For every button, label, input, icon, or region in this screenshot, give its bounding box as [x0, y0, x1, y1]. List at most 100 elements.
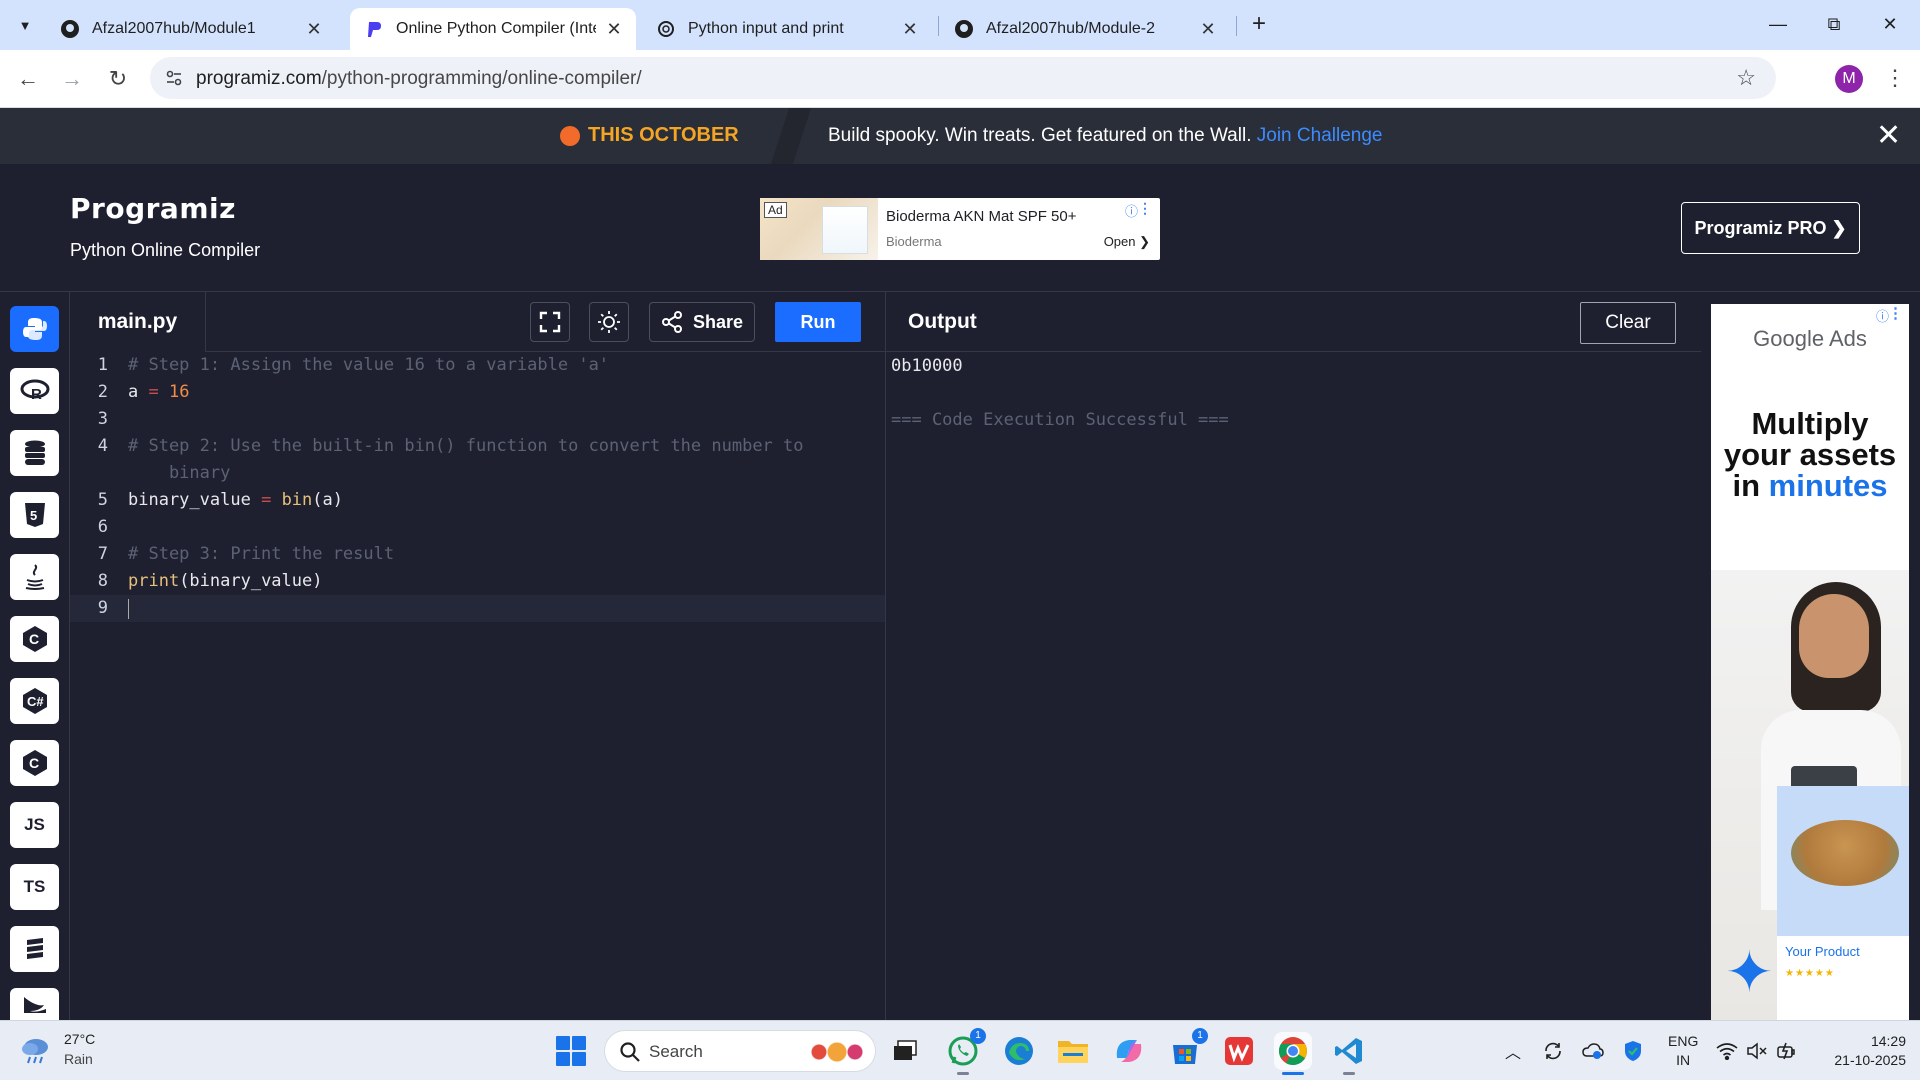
onedrive-icon[interactable] — [1582, 1040, 1604, 1062]
close-icon[interactable]: ✕ — [604, 19, 624, 40]
show-hidden-icons-chevron-up-icon[interactable]: ︿ — [1502, 1040, 1524, 1062]
code-line-wrapped: binary — [70, 460, 885, 487]
taskbar-store[interactable]: 1 — [1166, 1028, 1208, 1070]
sidebar-item-swift[interactable] — [10, 988, 59, 1020]
profile-avatar[interactable]: M — [1835, 65, 1863, 93]
share-label: Share — [692, 311, 744, 332]
running-indicator — [1343, 1072, 1355, 1075]
clear-button[interactable]: Clear — [1580, 302, 1676, 344]
file-tab-main[interactable]: main.py — [70, 292, 206, 352]
sidebar-item-c[interactable]: C — [10, 616, 59, 662]
output-title: Output — [908, 310, 977, 333]
bookmark-star-icon[interactable]: ☆ — [1736, 65, 1756, 91]
security-shield-icon[interactable] — [1622, 1040, 1644, 1062]
taskbar-edge[interactable] — [1000, 1032, 1038, 1070]
browser-tab-active[interactable]: Online Python Compiler (Interpreter) ✕ — [350, 8, 636, 50]
site-info-icon[interactable] — [164, 68, 184, 88]
wps-office-icon — [1225, 1037, 1253, 1065]
sidebar-item-java[interactable] — [10, 554, 59, 600]
banner-ad[interactable]: Ad Bioderma AKN Mat SPF 50+ Bioderma Ope… — [760, 198, 1160, 260]
share-button[interactable]: Share — [649, 302, 755, 342]
sidebar-item-cpp[interactable]: C — [10, 740, 59, 786]
minimize-button[interactable]: — — [1752, 6, 1804, 42]
sidebar-item-javascript[interactable]: JS — [10, 802, 59, 848]
close-icon[interactable]: ✕ — [304, 19, 324, 40]
battery-charging-icon[interactable] — [1776, 1040, 1798, 1062]
browser-tab[interactable]: Afzal2007hub/Module1 ✕ — [46, 8, 336, 50]
line-number: 4 — [97, 436, 108, 456]
taskbar-copilot[interactable] — [1110, 1032, 1148, 1070]
sidebar-item-sql[interactable] — [10, 430, 59, 476]
edge-icon — [1005, 1037, 1033, 1065]
code-text: # Step 2: Use the built-in bin() functio… — [128, 436, 804, 456]
github-icon — [60, 19, 80, 39]
windows-start-button[interactable] — [556, 1036, 586, 1066]
new-tab-button[interactable]: + — [1244, 10, 1274, 40]
code-text: # Step 3: Print the result — [128, 544, 395, 564]
input-language[interactable]: ENG IN — [1668, 1032, 1698, 1070]
sync-icon[interactable] — [1542, 1040, 1564, 1062]
url-domain: programiz.com — [196, 68, 322, 89]
side-ad[interactable]: ⓘ ⋮ Google Ads Multiply your assets in m… — [1711, 304, 1909, 1020]
ad-person-face — [1799, 594, 1869, 678]
code-editor[interactable]: 1 # Step 1: Assign the value 16 to a var… — [70, 352, 885, 1020]
taskbar-chrome[interactable] — [1274, 1032, 1312, 1075]
weather-temperature[interactable]: 27°C — [64, 1031, 95, 1047]
taskbar-vscode[interactable] — [1330, 1032, 1368, 1075]
taskbar-search[interactable]: Search — [604, 1030, 876, 1072]
programiz-icon — [364, 19, 384, 39]
weather-description[interactable]: Rain — [64, 1051, 93, 1067]
url-input[interactable]: programiz.com/python-programming/online-… — [150, 57, 1776, 99]
programiz-logo[interactable]: Programiz — [70, 192, 236, 225]
code-text: binary_value = bin(a) — [128, 490, 343, 510]
ad-menu-icon[interactable]: ⋮ — [1888, 304, 1903, 322]
taskbar-file-explorer[interactable] — [1054, 1032, 1092, 1070]
tab-search-button[interactable]: ▼ — [10, 10, 40, 40]
sidebar-item-r[interactable]: R — [10, 368, 59, 414]
pumpkin-icon — [560, 125, 580, 146]
programiz-pro-button[interactable]: Programiz PRO ❯ — [1681, 202, 1860, 254]
forward-button[interactable]: → — [56, 64, 88, 96]
notification-badge: 1 — [970, 1028, 986, 1044]
back-button[interactable]: ← — [12, 64, 44, 96]
sidebar-item-python[interactable] — [10, 306, 59, 352]
svg-text:C: C — [29, 631, 39, 647]
task-view-button[interactable] — [886, 1032, 924, 1070]
ad-open-button[interactable]: Open ❯ — [1104, 234, 1150, 250]
line-number: 6 — [97, 517, 108, 537]
ad-menu-icon[interactable]: ⋮ — [1138, 200, 1152, 217]
weather-rain-icon[interactable] — [20, 1035, 54, 1065]
run-button[interactable]: Run — [775, 302, 861, 342]
window-close-button[interactable]: ✕ — [1864, 6, 1916, 42]
ad-info-icon[interactable]: ⓘ — [1125, 201, 1138, 220]
wifi-icon[interactable] — [1716, 1040, 1738, 1062]
output-result: 0b10000 — [891, 356, 963, 376]
sidebar-item-csharp[interactable]: C# — [10, 678, 59, 724]
browser-tab[interactable]: Python input and print ✕ — [642, 8, 932, 50]
sidebar-item-typescript[interactable]: TS — [10, 864, 59, 910]
ad-bottle-image — [822, 206, 868, 254]
browser-menu-icon[interactable]: ⋮ — [1884, 62, 1906, 94]
folder-icon — [1058, 1041, 1088, 1063]
clock[interactable]: 14:29 21-10-2025 — [1818, 1032, 1906, 1070]
close-icon[interactable]: ✕ — [900, 19, 920, 40]
sidebar-item-go[interactable] — [10, 926, 59, 972]
fullscreen-button[interactable] — [530, 302, 570, 342]
reload-button[interactable]: ↻ — [102, 64, 134, 96]
google-ads-logo: Google Ads — [1753, 326, 1867, 351]
join-challenge-link[interactable]: Join Challenge — [1257, 125, 1383, 146]
taskbar-whatsapp[interactable]: 1 — [944, 1028, 986, 1075]
output-header: Output Clear — [886, 292, 1701, 352]
sidebar-item-html[interactable]: 5 — [10, 492, 59, 538]
svg-text:5: 5 — [30, 508, 37, 523]
close-icon[interactable]: ✕ — [1198, 19, 1218, 40]
code-line: 7 # Step 3: Print the result — [70, 541, 885, 568]
volume-muted-icon[interactable] — [1746, 1040, 1768, 1062]
taskbar-wps[interactable] — [1220, 1032, 1258, 1070]
code-line-active: 9 — [70, 595, 885, 622]
ad-headline: Multiply your assets in minutes — [1711, 408, 1909, 501]
theme-toggle-button[interactable] — [589, 302, 629, 342]
restore-button[interactable]: ⧉ — [1808, 6, 1860, 42]
browser-tab[interactable]: Afzal2007hub/Module-2 ✕ — [940, 8, 1230, 50]
close-icon[interactable]: ✕ — [1876, 118, 1901, 153]
